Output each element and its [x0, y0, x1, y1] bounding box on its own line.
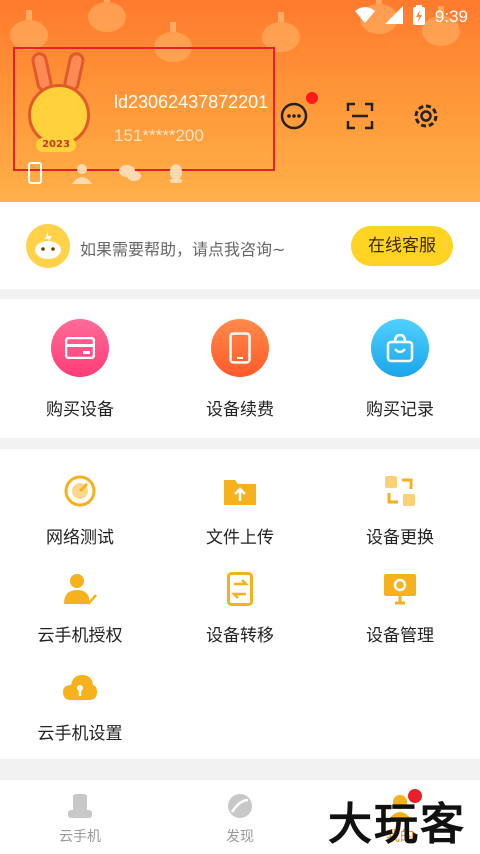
- watermark: 大玩客: [328, 799, 466, 850]
- profile-header: 9:39 2023 ld23062437872201 151*****200: [0, 0, 480, 202]
- qq-bind-icon[interactable]: [165, 162, 187, 184]
- tool-label: 云手机设置: [37, 724, 123, 744]
- tool-label: 文件上传: [206, 528, 274, 548]
- buy-device-button[interactable]: 购买设备: [0, 299, 160, 420]
- tool-label: 设备管理: [366, 626, 434, 646]
- user-check-icon: [62, 571, 98, 607]
- wechat-bind-icon[interactable]: [118, 162, 141, 184]
- gear-icon: [411, 101, 441, 135]
- file-upload-button[interactable]: 文件上传: [160, 449, 320, 548]
- status-bar: 9:39: [354, 4, 468, 30]
- user-bind-icon[interactable]: [71, 162, 93, 184]
- cloud-phone-settings-button[interactable]: 云手机设置: [0, 645, 160, 744]
- tool-label: 网络测试: [46, 528, 114, 548]
- phone-bind-icon[interactable]: [24, 162, 46, 184]
- tab-cloud-phone[interactable]: 云手机: [0, 780, 160, 846]
- linked-accounts: [24, 162, 187, 184]
- tab-discover[interactable]: 发现: [160, 780, 320, 846]
- device-replace-button[interactable]: 设备更换: [320, 449, 480, 548]
- scan-icon: [346, 102, 374, 134]
- transfer-icon: [222, 571, 258, 607]
- scan-button[interactable]: [344, 102, 376, 134]
- wifi-icon: [354, 6, 375, 28]
- tool-label: 设备更换: [366, 528, 434, 548]
- upload-icon: [222, 473, 258, 509]
- help-text[interactable]: 如果需要帮助，请点我咨询~: [80, 236, 285, 260]
- online-service-button[interactable]: 在线客服: [351, 226, 453, 266]
- tool-label: 设备转移: [206, 626, 274, 646]
- action-label: 购买记录: [366, 400, 434, 420]
- tools-card: 网络测试 文件上传 设备更换 云手机授权 设备转移 设备管理 云手机设置: [0, 449, 480, 759]
- assistant-icon: [26, 224, 70, 268]
- chat-bubble-icon: [279, 101, 309, 135]
- unread-dot: [306, 92, 318, 104]
- renew-device-button[interactable]: 设备续费: [160, 299, 320, 420]
- action-label: 购买设备: [46, 400, 114, 420]
- tool-label: 云手机授权: [37, 626, 123, 646]
- help-bar: 如果需要帮助，请点我咨询~ 在线客服: [0, 202, 480, 289]
- device-transfer-button[interactable]: 设备转移: [160, 547, 320, 646]
- speedometer-icon: [62, 473, 98, 509]
- bag-icon: [371, 319, 429, 377]
- action-label: 设备续费: [206, 400, 274, 420]
- clock: 9:39: [434, 7, 468, 26]
- network-test-button[interactable]: 网络测试: [0, 449, 160, 548]
- card-icon: [51, 319, 109, 377]
- tab-label: 云手机: [59, 829, 101, 845]
- monitor-gear-icon: [382, 571, 418, 607]
- main-actions-card: 购买设备 设备续费 购买记录: [0, 299, 480, 438]
- cloud-phone-auth-button[interactable]: 云手机授权: [0, 547, 160, 646]
- planet-icon: [226, 792, 254, 820]
- cloud-phone-icon: [66, 792, 94, 820]
- settings-button[interactable]: [410, 102, 442, 134]
- highlight-box: [13, 47, 275, 171]
- signal-icon: [384, 5, 403, 29]
- messages-button[interactable]: [278, 92, 318, 135]
- tab-label: 发现: [226, 829, 254, 845]
- purchase-history-button[interactable]: 购买记录: [320, 299, 480, 420]
- swap-icon: [382, 473, 418, 509]
- device-manage-button[interactable]: 设备管理: [320, 547, 480, 646]
- battery-icon: [412, 4, 425, 30]
- phone-icon: [211, 319, 269, 377]
- cloud-key-icon: [62, 669, 98, 705]
